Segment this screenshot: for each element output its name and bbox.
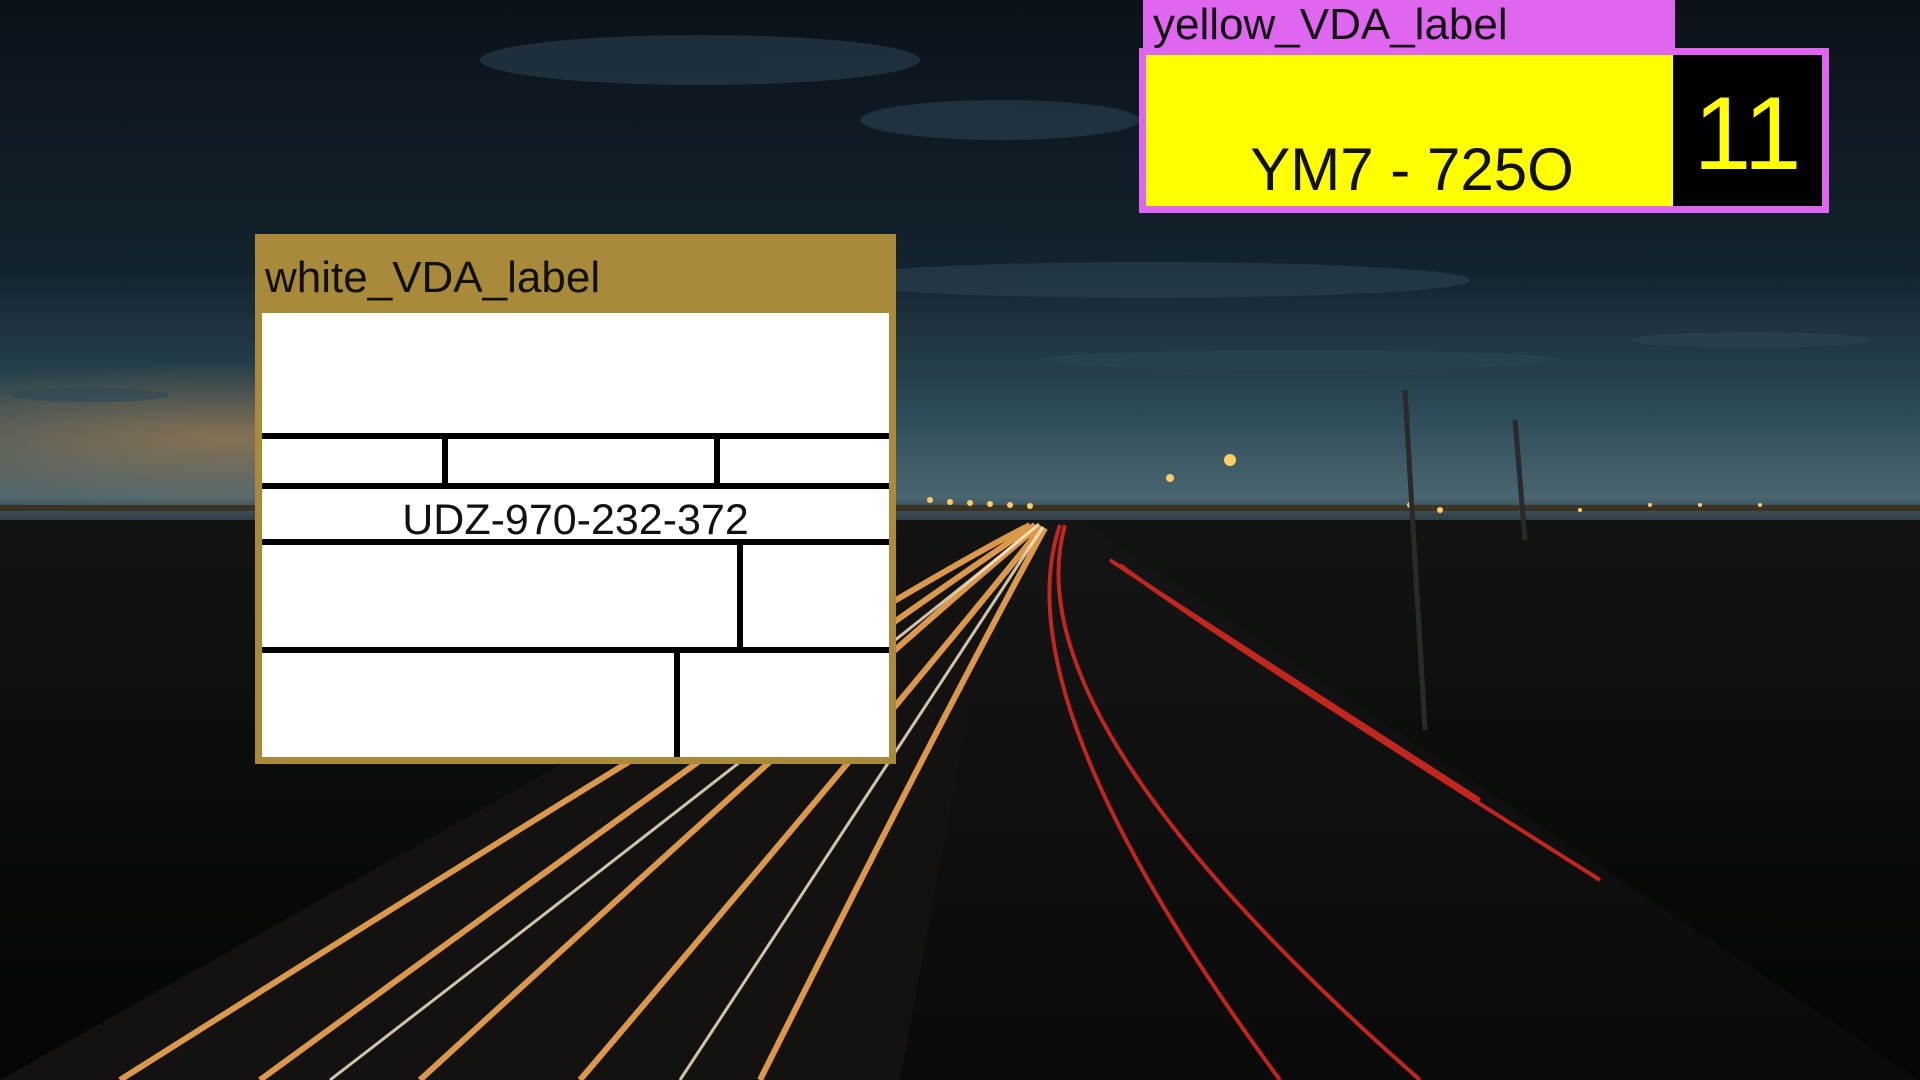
white-label-divider [262,647,889,653]
white-label-divider [262,539,889,545]
white-label-divider [674,647,680,757]
white-label-divider [262,433,889,439]
white-vda-label: UDZ-970-232-372 [255,306,896,764]
yellow-label-count: 11 [1693,76,1802,192]
yellow-vda-label: YM7 - 725O 11 [1139,48,1829,213]
white-label-divider [714,433,720,485]
yellow-label-plate: YM7 - 725O [1250,136,1574,203]
yellow-label-tag: yellow_VDA_label [1143,0,1675,52]
white-label-tag: white_VDA_label [255,234,896,308]
yellow-label-count-panel: 11 [1673,55,1822,206]
white-label-divider [262,483,889,489]
white-label-code: UDZ-970-232-372 [402,496,749,544]
white-label-divider [442,433,448,485]
white-label-divider [737,539,743,649]
